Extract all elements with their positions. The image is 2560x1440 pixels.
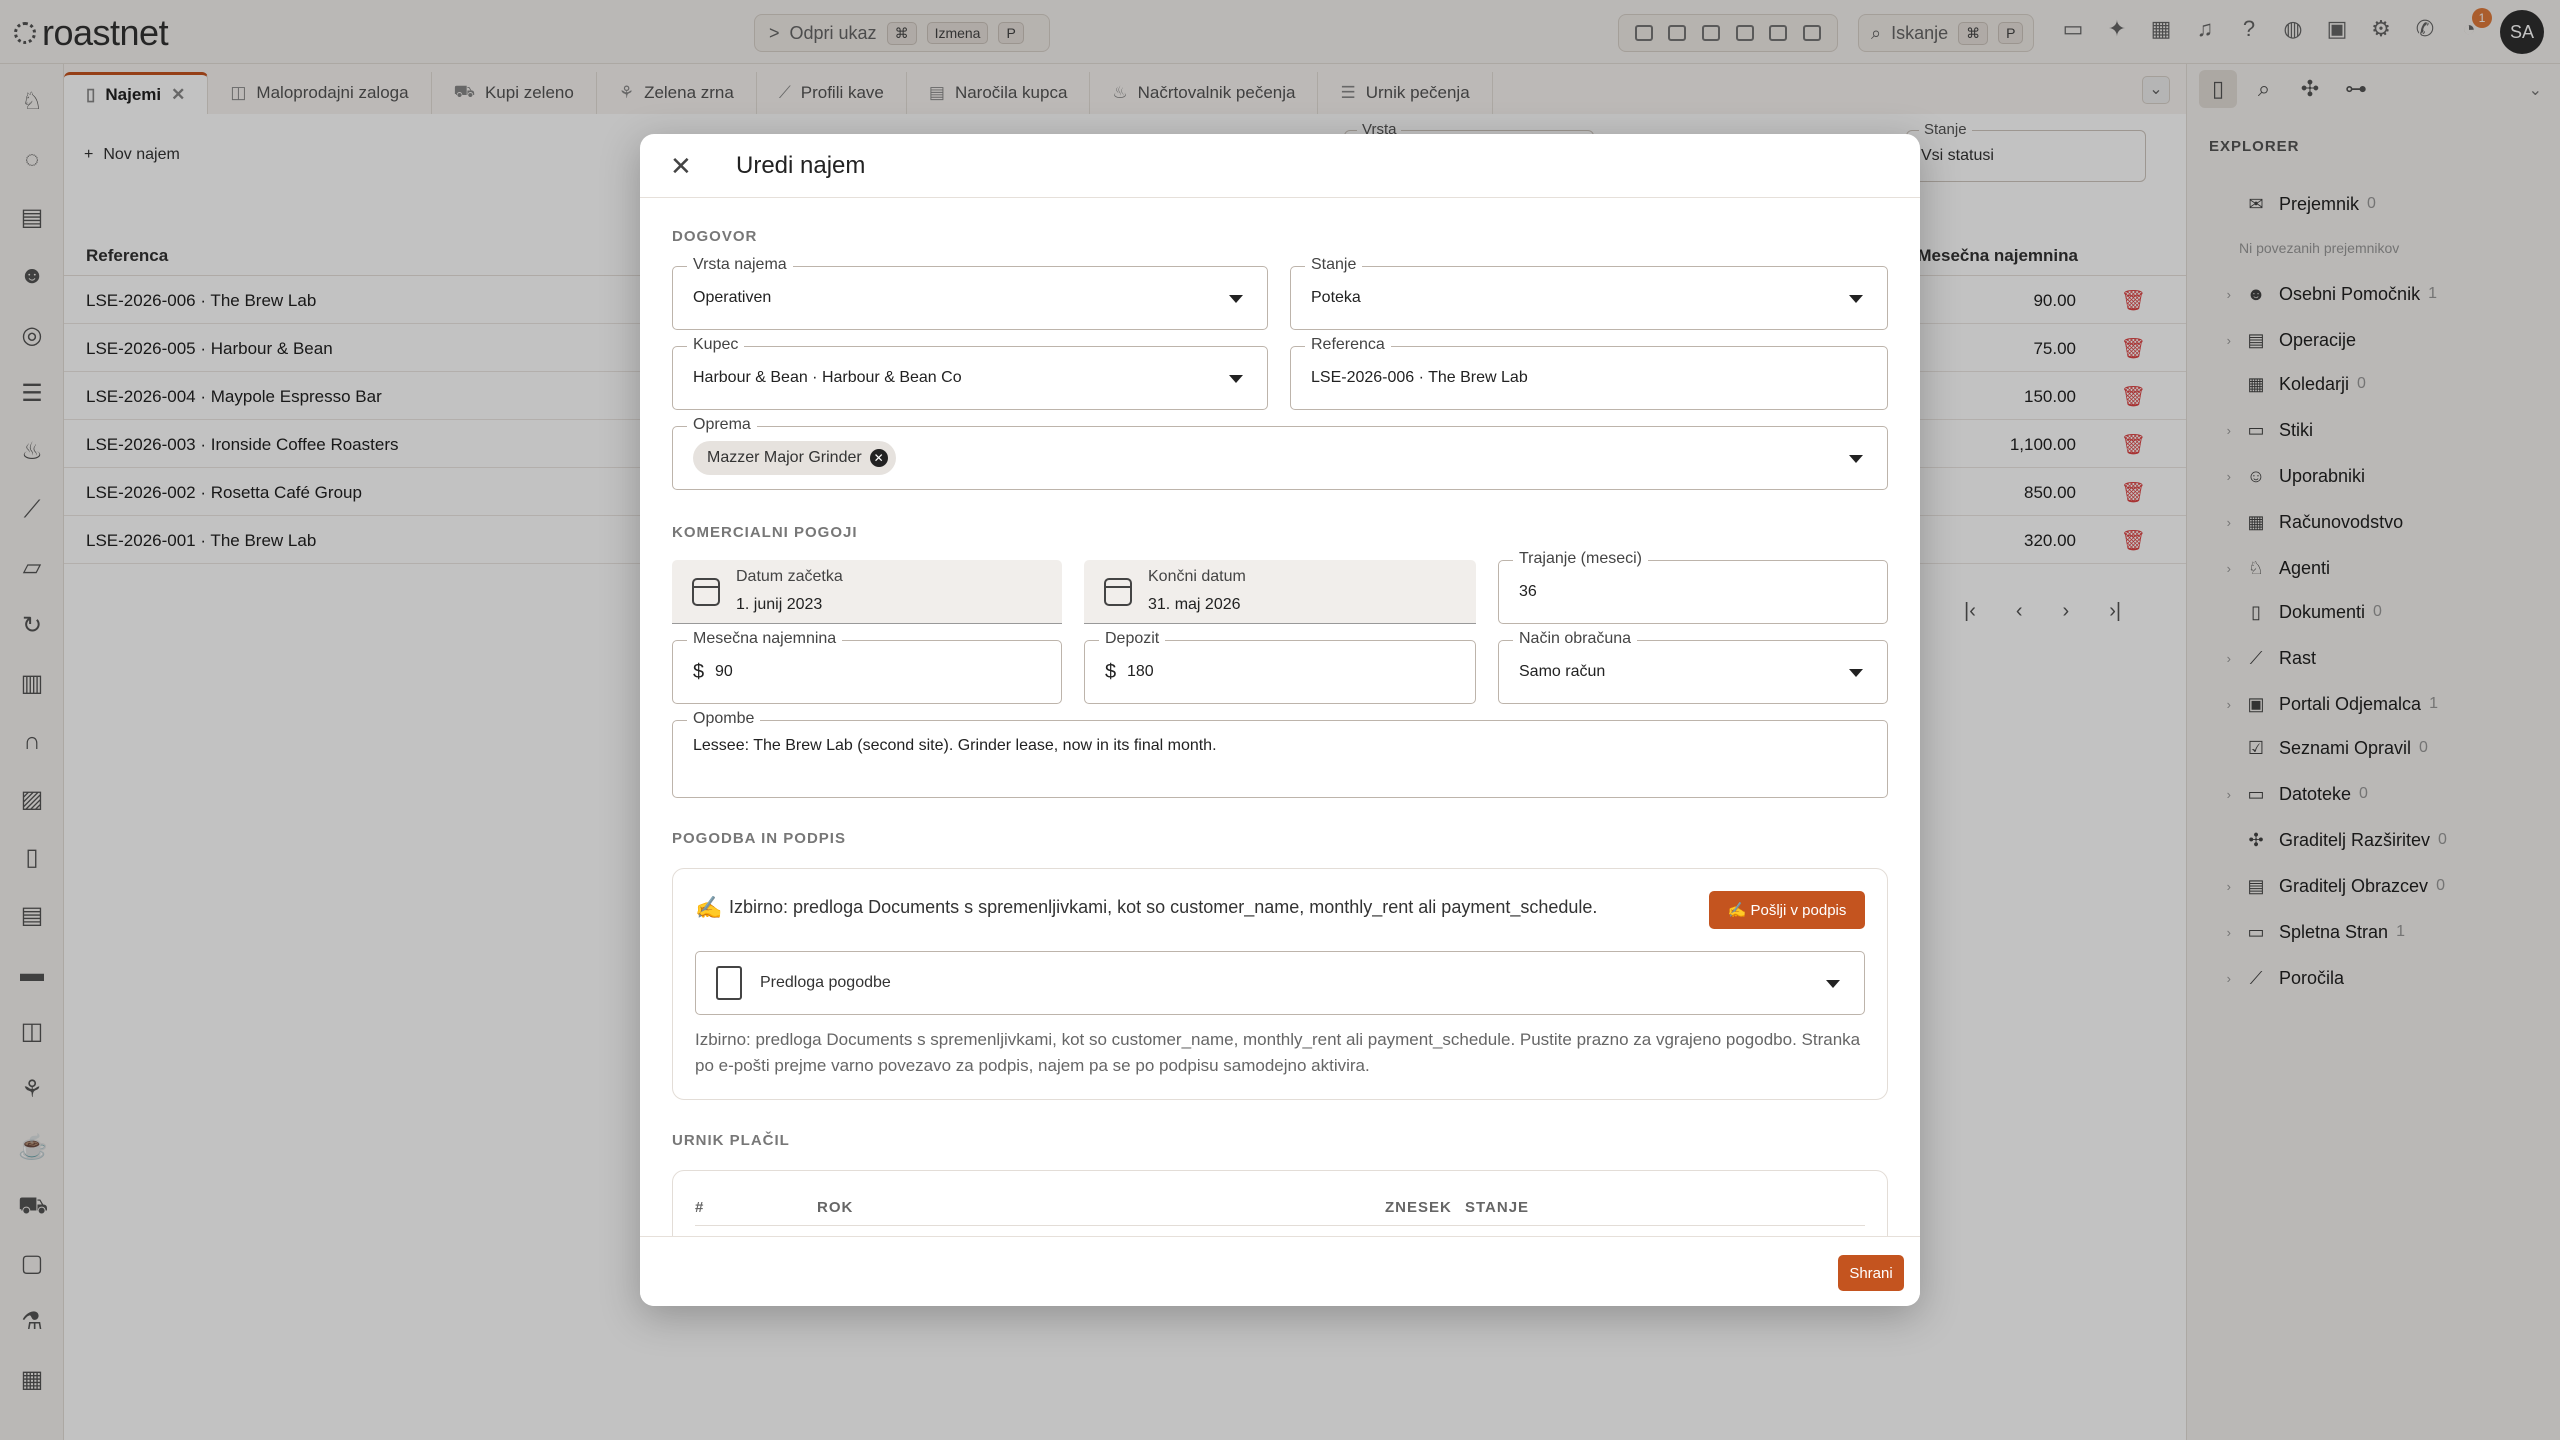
field-label: Opombe [687, 710, 761, 728]
col-number: # [695, 1199, 705, 1216]
field-value: Harbour & Bean · Harbour & Bean Co [693, 369, 962, 386]
billing-method-select[interactable]: Način obračuna Samo račun [1498, 630, 1888, 704]
template-placeholder: Predloga pogodbe [760, 974, 891, 991]
section-contract: DOGOVOR [672, 228, 758, 245]
signature-card: ✍ Izbirno: predloga Documents s spremenl… [672, 868, 1888, 1100]
field-label: Stanje [1305, 256, 1363, 274]
notes-field[interactable]: Opombe Lessee: The Brew Lab (second site… [672, 710, 1888, 798]
col-due: ROK [817, 1199, 854, 1216]
field-value: Lessee: The Brew Lab (second site). Grin… [693, 737, 1217, 754]
section-contract-signature: POGODBA IN PODPIS [672, 830, 846, 847]
field-label: Oprema [687, 416, 757, 434]
remove-chip-icon[interactable]: ✕ [869, 449, 888, 467]
field-label: Končni datum [1148, 568, 1246, 585]
caret-down-icon [1826, 980, 1840, 988]
equipment-select[interactable]: Oprema Mazzer Major Grinder ✕ [672, 416, 1888, 490]
currency-symbol: $ [693, 661, 705, 683]
chip-label: Mazzer Major Grinder [707, 449, 862, 466]
signature-icon: ✍ [1727, 902, 1751, 919]
caret-down-icon [1229, 295, 1243, 303]
field-value: Operativen [693, 289, 772, 306]
field-label: Kupec [687, 336, 745, 354]
caret-down-icon [1849, 669, 1863, 677]
field-value: Poteka [1311, 289, 1361, 306]
monthly-rent-field[interactable]: Mesečna najemnina $ 90 [672, 630, 1062, 704]
duration-field[interactable]: Trajanje (meseci) 36 [1498, 550, 1888, 624]
divider [695, 1225, 1865, 1226]
dialog-footer: Shrani [640, 1236, 1920, 1306]
customer-select[interactable]: Kupec Harbour & Bean · Harbour & Bean Co [672, 336, 1268, 410]
dialog-title: Uredi najem [736, 152, 866, 179]
contract-template-select[interactable]: Predloga pogodbe [695, 951, 1865, 1015]
currency-symbol: $ [1105, 661, 1117, 683]
field-label: Trajanje (meseci) [1513, 550, 1648, 568]
caret-down-icon [1229, 375, 1243, 383]
end-date-field[interactable]: Končni datum 31. maj 2026 [1084, 560, 1476, 624]
field-value: 36 [1519, 583, 1537, 600]
field-value: 180 [1127, 663, 1154, 680]
field-value: 1. junij 2023 [736, 596, 823, 613]
lease-type-select[interactable]: Vrsta najema Operativen [672, 256, 1268, 330]
caret-down-icon [1849, 295, 1863, 303]
template-help: Izbirno: predloga Documents s spremenlji… [695, 1030, 1861, 1075]
field-label: Način obračuna [1513, 630, 1638, 648]
dialog-header: ✕ Uredi najem [640, 134, 1920, 198]
section-payment-schedule: URNIK PLAČIL [672, 1132, 790, 1149]
reference-field[interactable]: Referenca LSE-2026-006 · The Brew Lab [1290, 336, 1888, 410]
edit-lease-dialog: ✕ Uredi najem DOGOVOR Vrsta najema Opera… [640, 134, 1920, 1306]
start-date-field[interactable]: Datum začetka 1. junij 2023 [672, 560, 1062, 624]
status-select[interactable]: Stanje Poteka [1290, 256, 1888, 330]
signature-info: Izbirno: predloga Documents s spremenlji… [729, 897, 1598, 917]
calendar-icon[interactable] [1104, 578, 1132, 606]
document-icon [716, 966, 742, 1000]
send-for-signature-button[interactable]: ✍ Pošlji v podpis [1709, 891, 1865, 929]
signature-icon: ✍ [695, 895, 723, 920]
field-label: Depozit [1099, 630, 1166, 648]
field-value: 31. maj 2026 [1148, 596, 1241, 613]
caret-down-icon [1849, 455, 1863, 463]
calendar-icon[interactable] [692, 578, 720, 606]
equipment-chip: Mazzer Major Grinder ✕ [693, 441, 896, 475]
field-label: Vrsta najema [687, 256, 793, 274]
save-button[interactable]: Shrani [1838, 1255, 1904, 1291]
field-label: Referenca [1305, 336, 1391, 354]
field-label: Datum začetka [736, 568, 843, 585]
section-commercial-terms: KOMERCIALNI POGOJI [672, 524, 858, 541]
col-amount: ZNESEK [1385, 1199, 1452, 1216]
deposit-field[interactable]: Depozit $ 180 [1084, 630, 1476, 704]
close-icon[interactable]: ✕ [670, 152, 692, 180]
col-status: STANJE [1465, 1199, 1530, 1216]
send-for-signature-label: Pošlji v podpis [1750, 902, 1847, 919]
field-value: 90 [715, 663, 733, 680]
field-label: Mesečna najemnina [687, 630, 843, 648]
field-value: LSE-2026-006 · The Brew Lab [1311, 369, 1528, 386]
field-value: Samo račun [1519, 663, 1606, 680]
